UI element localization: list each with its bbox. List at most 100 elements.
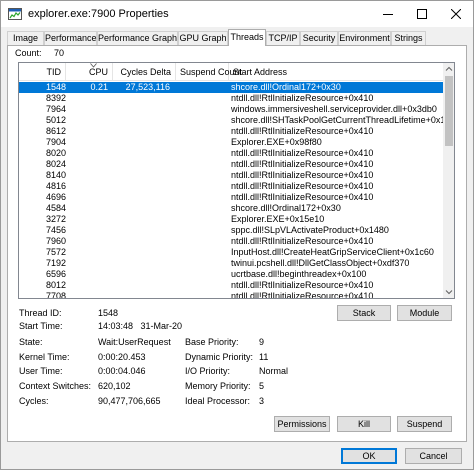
thread-row[interactable]: 7572 InputHost.dll!CreateHeatGripService… [19,247,443,258]
tab-tcpip[interactable]: TCP/IP [266,31,300,45]
thread-row-selected[interactable]: 1548 0.21 27,523,116 shcore.dll!Ordinal1… [19,82,443,93]
thread-start-address: shcore.dll!Ordinal172+0x30 [231,203,341,213]
column-header-tid[interactable]: TID [19,63,66,81]
thread-row[interactable]: 8012 ntdll.dll!RtlInitializeResource+0x4… [19,280,443,291]
kernel-time-value: 0:00:20.453 [98,352,146,362]
base-priority-value: 9 [259,337,265,347]
tab-image[interactable]: Image [7,31,44,45]
thread-row[interactable]: 7708 ntdll.dll!RtlInitializeResource+0x4… [19,291,443,299]
thread-tid: 7904 [45,137,66,147]
start-time-label: Start Time: [19,321,63,331]
thread-row[interactable]: 7960 ntdll.dll!RtlInitializeResource+0x4… [19,236,443,247]
base-priority-label: Base Priority: [185,337,239,347]
ok-button[interactable]: OK [341,448,397,464]
cycles-value: 90,477,706,665 [98,396,161,406]
column-header-start-address[interactable]: Start Address [229,63,443,81]
thread-start-address: Explorer.EXE+0x15e10 [231,214,325,224]
thread-row[interactable]: 7456 sppc.dll!SLpVLActivateProduct+0x148… [19,225,443,236]
thread-start-address: windows.immersiveshell.serviceprovider.d… [231,104,437,114]
thread-row[interactable]: 3272 Explorer.EXE+0x15e10 [19,214,443,225]
kill-button[interactable]: Kill [337,416,391,432]
tab-threads[interactable]: Threads [228,29,266,46]
context-switches-label: Context Switches: [19,381,92,391]
thread-row[interactable]: 6596 ucrtbase.dll!beginthreadex+0x100 [19,269,443,280]
tab-environment[interactable]: Environment [338,31,391,45]
io-priority-value: Normal [259,366,289,376]
thread-start-address: ntdll.dll!RtlInitializeResource+0x410 [231,93,374,103]
io-priority-label: I/O Priority: [185,366,231,376]
thread-row[interactable]: 7964 windows.immersiveshell.serviceprovi… [19,104,443,115]
thread-row[interactable]: 5012 shcore.dll!SHTaskPoolGetCurrentThre… [19,115,454,126]
thread-row[interactable]: 7192 twinui.pcshell.dll!DllGetClassObjec… [19,258,443,269]
suspend-button[interactable]: Suspend [397,416,452,432]
thread-tid: 5012 [45,115,66,125]
ideal-processor-value: 3 [259,396,265,406]
tab-gpu-graph[interactable]: GPU Graph [178,31,228,45]
thread-tid: 7456 [45,225,66,235]
thread-tid: 7192 [45,258,66,268]
title-bar[interactable]: explorer.exe:7900 Properties [1,1,473,27]
thread-tid: 4584 [45,203,66,213]
start-time-value: 14:03:48 31-Mar-20 [98,321,183,331]
threads-list[interactable]: TID CPU Cycles Delta Suspend Count Start… [18,62,455,299]
thread-start-address: ntdll.dll!RtlInitializeResource+0x410 [231,181,374,191]
thread-tid: 7572 [45,247,66,257]
memory-priority-label: Memory Priority: [185,381,251,391]
thread-row[interactable]: 8024 ntdll.dll!RtlInitializeResource+0x4… [19,159,443,170]
thread-start-address: ntdll.dll!RtlInitializeResource+0x410 [231,291,374,299]
cancel-button[interactable]: Cancel [405,448,462,464]
thread-start-address: sppc.dll!SLpVLActivateProduct+0x1480 [231,225,389,235]
thread-tid: 7964 [45,104,66,114]
module-button[interactable]: Module [397,305,452,321]
close-icon [451,9,461,19]
thread-tid: 1548 [45,82,66,92]
properties-window: explorer.exe:7900 Properties Image Perfo… [0,0,474,470]
threads-list-header: TID CPU Cycles Delta Suspend Count Start… [19,63,443,81]
thread-id-value: 1548 [98,308,119,318]
column-header-cycles-delta[interactable]: Cycles Delta [113,63,176,81]
minimize-icon [383,14,393,15]
user-time-label: User Time: [19,366,63,376]
thread-tid: 7960 [45,236,66,246]
tab-strings[interactable]: Strings [391,31,426,45]
tab-performance[interactable]: Performance [44,31,97,45]
scroll-down-arrow-icon[interactable] [443,286,455,298]
dynamic-priority-label: Dynamic Priority: [185,352,254,362]
tab-security[interactable]: Security [300,31,338,45]
state-value: Wait:UserRequest [98,337,171,347]
thread-start-address: twinui.pcshell.dll!DllGetClassObject+0xd… [231,258,410,268]
thread-count-value: 70 [54,48,65,58]
close-button[interactable] [439,1,473,27]
thread-row[interactable]: 8020 ntdll.dll!RtlInitializeResource+0x4… [19,148,443,159]
minimize-button[interactable] [371,1,405,27]
memory-priority-value: 5 [259,381,265,391]
thread-tid: 8392 [45,93,66,103]
thread-tid: 8012 [45,280,66,290]
thread-row[interactable]: 4584 shcore.dll!Ordinal172+0x30 [19,203,443,214]
thread-start-address: shcore.dll!SHTaskPoolGetCurrentThreadLif… [231,115,455,125]
thread-row[interactable]: 8392 ntdll.dll!RtlInitializeResource+0x4… [19,93,443,104]
thread-tid: 4816 [45,181,66,191]
tab-performance-graph[interactable]: Performance Graph [97,31,178,45]
thread-row[interactable]: 4816 ntdll.dll!RtlInitializeResource+0x4… [19,181,443,192]
cycles-label: Cycles: [19,396,49,406]
threads-list-scrollbar[interactable] [443,63,455,298]
scroll-up-arrow-icon[interactable] [443,63,455,75]
scrollbar-thumb[interactable] [445,76,453,146]
stack-button[interactable]: Stack [337,305,391,321]
maximize-button[interactable] [405,1,439,27]
thread-row[interactable]: 7904 Explorer.EXE+0x98f80 [19,137,443,148]
thread-row[interactable]: 8140 ntdll.dll!RtlInitializeResource+0x4… [19,170,443,181]
thread-tid: 6596 [45,269,66,279]
thread-cycles-delta: 27,523,116 [125,82,170,92]
thread-start-address: ntdll.dll!RtlInitializeResource+0x410 [231,280,374,290]
thread-tid: 8024 [45,159,66,169]
thread-tid: 8140 [45,170,66,180]
sort-descending-icon [90,63,97,68]
permissions-button[interactable]: Permissions [274,416,330,432]
thread-row[interactable]: 4696 ntdll.dll!RtlInitializeResource+0x4… [19,192,443,203]
thread-cpu: 0.21 [90,82,108,92]
column-header-suspend-count[interactable]: Suspend Count [176,63,242,81]
thread-row[interactable]: 8612 ntdll.dll!RtlInitializeResource+0x4… [19,126,443,137]
window-title: explorer.exe:7900 Properties [28,8,169,20]
